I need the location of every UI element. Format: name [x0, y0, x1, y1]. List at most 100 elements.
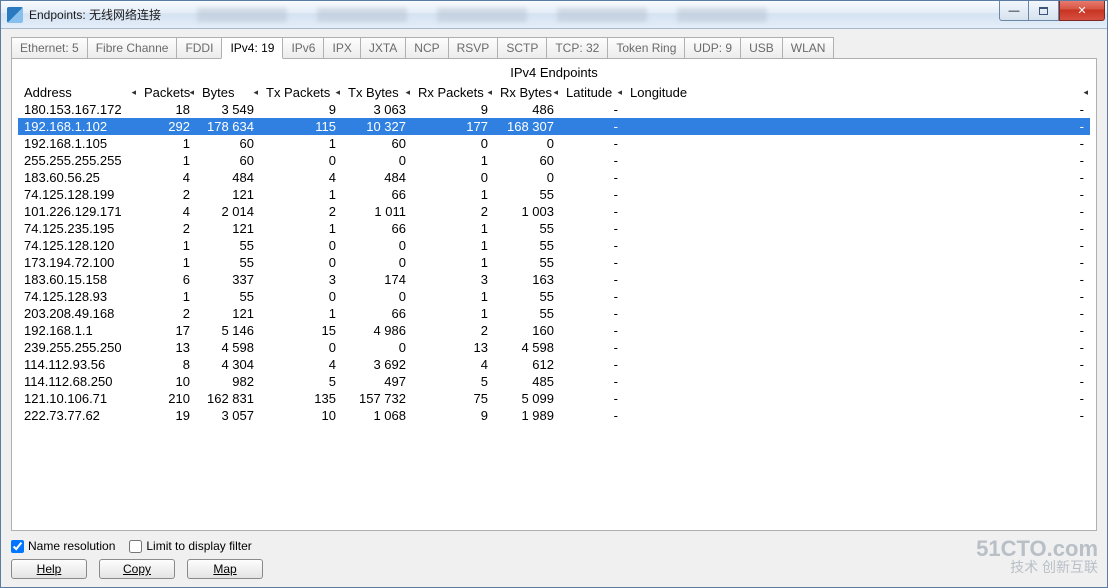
- table-row[interactable]: 180.153.167.172183 54993 0639486--: [18, 101, 1090, 118]
- table-row[interactable]: 192.168.1.10516016000--: [18, 135, 1090, 152]
- window-title: Endpoints: 无线网络连接: [29, 6, 161, 23]
- cell-lat: -: [560, 339, 624, 356]
- maximize-button[interactable]: [1029, 1, 1059, 21]
- copy-button[interactable]: Copy: [99, 559, 175, 579]
- tab-ipv4-19[interactable]: IPv4: 19: [221, 37, 283, 59]
- cell-tp: 0: [260, 254, 342, 271]
- table-row[interactable]: 114.112.93.5684 30443 6924612--: [18, 356, 1090, 373]
- minimize-button[interactable]: —: [999, 1, 1029, 21]
- table-row[interactable]: 203.208.49.1682121166155--: [18, 305, 1090, 322]
- cell-pk: 1: [138, 135, 196, 152]
- tab-ipv6[interactable]: IPv6: [282, 37, 324, 58]
- cell-addr: 74.125.128.120: [18, 237, 138, 254]
- tab-fibre-channe[interactable]: Fibre Channe: [87, 37, 178, 58]
- table-row[interactable]: 101.226.129.17142 01421 01121 003--: [18, 203, 1090, 220]
- cell-by: 178 634: [196, 118, 260, 135]
- tab-wlan[interactable]: WLAN: [782, 37, 835, 58]
- col-address[interactable]: Address◂: [18, 84, 138, 101]
- app-icon: [7, 7, 23, 23]
- cell-by: 2 014: [196, 203, 260, 220]
- titlebar[interactable]: Endpoints: 无线网络连接 — ✕: [1, 1, 1107, 29]
- tab-jxta[interactable]: JXTA: [360, 37, 406, 58]
- table-row[interactable]: 222.73.77.62193 057101 06891 989--: [18, 407, 1090, 424]
- display-filter-input[interactable]: [129, 540, 142, 553]
- cell-by: 337: [196, 271, 260, 288]
- col-bytes[interactable]: Bytes◂: [196, 84, 260, 101]
- cell-rb: 55: [494, 186, 560, 203]
- col-tx-bytes[interactable]: Tx Bytes◂: [342, 84, 412, 101]
- col-rx-packets[interactable]: Rx Packets◂: [412, 84, 494, 101]
- bottom-bar: Name resolution Limit to display filter …: [11, 531, 1097, 579]
- help-button[interactable]: Help: [11, 559, 87, 579]
- cell-pk: 18: [138, 101, 196, 118]
- name-resolution-checkbox[interactable]: Name resolution: [11, 539, 115, 553]
- map-button[interactable]: Map: [187, 559, 263, 579]
- name-resolution-input[interactable]: [11, 540, 24, 553]
- close-button[interactable]: ✕: [1059, 1, 1105, 21]
- table-row[interactable]: 74.125.128.12015500155--: [18, 237, 1090, 254]
- cell-by: 162 831: [196, 390, 260, 407]
- cell-rb: 163: [494, 271, 560, 288]
- cell-tb: 0: [342, 288, 412, 305]
- table-row[interactable]: 239.255.255.250134 59800134 598--: [18, 339, 1090, 356]
- table-row[interactable]: 183.60.15.158633731743163--: [18, 271, 1090, 288]
- cell-lon: -: [624, 407, 1090, 424]
- tab-tcp-32[interactable]: TCP: 32: [546, 37, 608, 58]
- table-row[interactable]: 192.168.1.102292178 63411510 327177168 3…: [18, 118, 1090, 135]
- cell-lat: -: [560, 407, 624, 424]
- tab-sctp[interactable]: SCTP: [497, 37, 547, 58]
- col-longitude[interactable]: Longitude◂: [624, 84, 1090, 101]
- endpoints-table: Address◂Packets◂Bytes◂Tx Packets◂Tx Byte…: [18, 84, 1090, 424]
- tab-ethernet-5[interactable]: Ethernet: 5: [11, 37, 88, 58]
- cell-tp: 10: [260, 407, 342, 424]
- table-row[interactable]: 255.255.255.25516000160--: [18, 152, 1090, 169]
- tab-fddi[interactable]: FDDI: [176, 37, 222, 58]
- table-row[interactable]: 114.112.68.2501098254975485--: [18, 373, 1090, 390]
- cell-rb: 55: [494, 254, 560, 271]
- table-row[interactable]: 173.194.72.10015500155--: [18, 254, 1090, 271]
- cell-pk: 1: [138, 237, 196, 254]
- cell-lon: -: [624, 356, 1090, 373]
- cell-rp: 1: [412, 254, 494, 271]
- tab-udp-9[interactable]: UDP: 9: [684, 37, 741, 58]
- cell-addr: 222.73.77.62: [18, 407, 138, 424]
- table-row[interactable]: 183.60.56.254484448400--: [18, 169, 1090, 186]
- tab-ipx[interactable]: IPX: [323, 37, 360, 58]
- table-body: 180.153.167.172183 54993 0639486--192.16…: [18, 101, 1090, 424]
- col-latitude[interactable]: Latitude◂: [560, 84, 624, 101]
- cell-addr: 180.153.167.172: [18, 101, 138, 118]
- cell-tb: 3 063: [342, 101, 412, 118]
- table-row[interactable]: 74.125.128.1992121166155--: [18, 186, 1090, 203]
- col-rx-bytes[interactable]: Rx Bytes◂: [494, 84, 560, 101]
- data-grid[interactable]: Address◂Packets◂Bytes◂Tx Packets◂Tx Byte…: [18, 84, 1090, 524]
- col-tx-packets[interactable]: Tx Packets◂: [260, 84, 342, 101]
- cell-tp: 15: [260, 322, 342, 339]
- cell-by: 60: [196, 135, 260, 152]
- cell-pk: 8: [138, 356, 196, 373]
- cell-tp: 0: [260, 152, 342, 169]
- tab-usb[interactable]: USB: [740, 37, 783, 58]
- display-filter-checkbox[interactable]: Limit to display filter: [129, 539, 251, 553]
- cell-tb: 0: [342, 254, 412, 271]
- cell-rp: 13: [412, 339, 494, 356]
- cell-lat: -: [560, 203, 624, 220]
- table-row[interactable]: 121.10.106.71210162 831135157 732755 099…: [18, 390, 1090, 407]
- cell-tb: 0: [342, 152, 412, 169]
- table-row[interactable]: 74.125.128.9315500155--: [18, 288, 1090, 305]
- tab-ncp[interactable]: NCP: [405, 37, 448, 58]
- cell-lat: -: [560, 254, 624, 271]
- table-row[interactable]: 192.168.1.1175 146154 9862160--: [18, 322, 1090, 339]
- col-packets[interactable]: Packets◂: [138, 84, 196, 101]
- cell-addr: 173.194.72.100: [18, 254, 138, 271]
- cell-lon: -: [624, 220, 1090, 237]
- tab-token-ring[interactable]: Token Ring: [607, 37, 685, 58]
- content-area: Ethernet: 5Fibre ChanneFDDIIPv4: 19IPv6I…: [1, 29, 1107, 587]
- cell-addr: 192.168.1.1: [18, 322, 138, 339]
- cell-lon: -: [624, 254, 1090, 271]
- table-row[interactable]: 74.125.235.1952121166155--: [18, 220, 1090, 237]
- cell-rp: 1: [412, 237, 494, 254]
- cell-lon: -: [624, 322, 1090, 339]
- cell-addr: 183.60.15.158: [18, 271, 138, 288]
- sort-arrow-icon: ◂: [335, 87, 340, 98]
- tab-rsvp[interactable]: RSVP: [448, 37, 499, 58]
